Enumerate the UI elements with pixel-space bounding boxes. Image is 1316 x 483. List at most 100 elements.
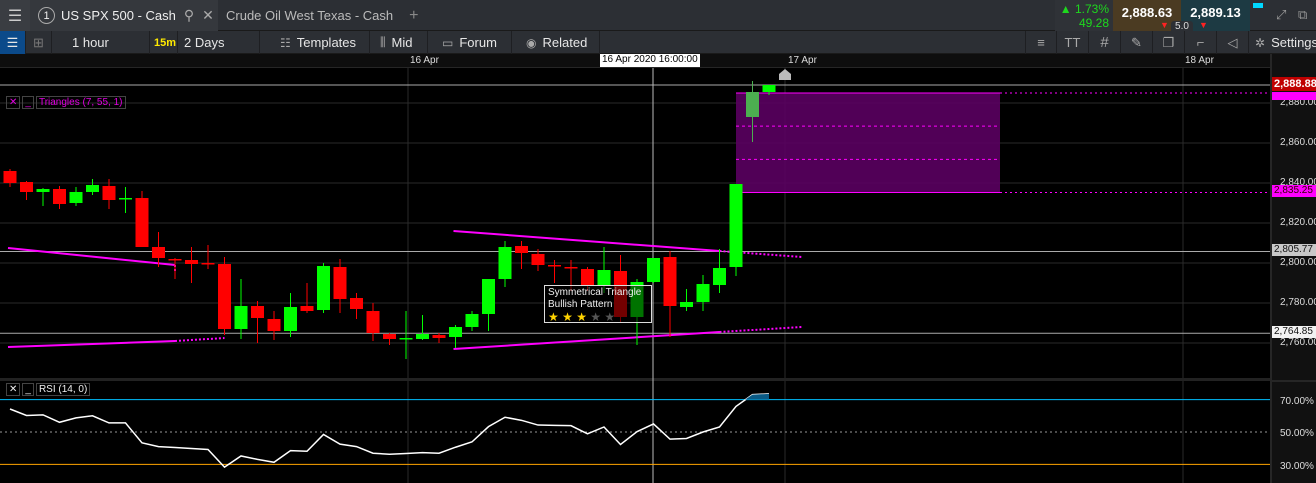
candle-down — [152, 247, 165, 258]
triangle-lower-projection — [174, 337, 225, 342]
candle-down — [168, 259, 182, 261]
hamburger-icon[interactable]: ☰ — [0, 0, 30, 31]
pattern-rating: ★ ★ ★ ★ ★ — [548, 311, 648, 323]
templates-label: Templates — [296, 35, 357, 50]
pane-divider — [1272, 380, 1316, 382]
candle-up — [449, 327, 462, 337]
triangle-lower-projection — [719, 326, 803, 333]
candle-up — [86, 185, 99, 192]
candle-down — [548, 265, 561, 267]
crosshair-time-label: 16 Apr 2020 16:00:00 — [600, 54, 700, 67]
time-label: 18 Apr — [1185, 55, 1214, 66]
star-icon: ★ — [604, 310, 616, 324]
candle-up — [680, 302, 693, 307]
layout-icon[interactable]: ⊞ — [26, 31, 52, 54]
search-icon[interactable]: ⚲ — [184, 7, 194, 24]
candle-down — [20, 182, 33, 192]
candle-down — [366, 311, 380, 333]
rsi-label: 70.00% — [1280, 396, 1314, 407]
label-tag-icon[interactable]: ◁ — [1217, 31, 1249, 54]
now-marker-icon — [779, 69, 791, 80]
sliders-icon: ☷ — [280, 35, 291, 50]
tab-us-spx-500[interactable]: 1 US SPX 500 - Cash ⚲ ✕ — [30, 0, 218, 31]
grid-icon[interactable]: # — [1089, 31, 1121, 54]
tab-label: US SPX 500 - Cash — [61, 8, 176, 23]
star-icon: ★ — [576, 310, 591, 324]
candle-down — [201, 263, 215, 265]
candle-up — [762, 85, 776, 92]
star-icon: ★ — [548, 310, 563, 324]
indicator-name: RSI (14, 0) — [35, 383, 91, 396]
crosshair-tool-icon[interactable]: ⌐ — [1185, 31, 1217, 54]
templates-button[interactable]: ☷ Templates — [260, 31, 370, 54]
candle-up — [498, 247, 512, 279]
add-tab-button[interactable]: + — [409, 7, 418, 25]
time-label: 17 Apr — [788, 55, 817, 66]
price-type-button[interactable]: ⫼ Mid — [370, 31, 428, 54]
price-change: ▲ 1.73% 49.28 — [1055, 0, 1113, 31]
price-label: 2,760.00 — [1280, 337, 1316, 348]
pane-divider — [0, 378, 1270, 381]
candles-icon: ⫼ — [380, 35, 386, 49]
forum-button[interactable]: ▭ Forum — [428, 31, 512, 54]
candle-down — [135, 198, 149, 247]
indent-icon[interactable]: ≡ — [1025, 31, 1057, 54]
up-arrow-icon: ▲ — [1059, 2, 1072, 16]
tab-number: 1 — [38, 7, 55, 24]
minimize-icon[interactable]: _ — [22, 383, 34, 396]
candle-up — [119, 198, 132, 200]
candle-up — [729, 184, 743, 267]
tab-crude-oil[interactable]: Crude Oil West Texas - Cash + — [218, 0, 423, 31]
triangle-upper-projection — [719, 250, 803, 258]
lower-line-tag: 2,764.85 — [1272, 326, 1316, 338]
rsi-label: 30.00% — [1280, 461, 1314, 472]
popout-icon[interactable]: ⧉ — [1298, 7, 1307, 23]
depth-indicator — [1253, 3, 1263, 8]
interval-select[interactable]: 1 hour — [52, 31, 150, 54]
draw-grid-icon[interactable]: ✎ — [1121, 31, 1153, 54]
price-label: 2,820.00 — [1280, 217, 1316, 228]
candle-up — [465, 314, 479, 327]
candle-down — [531, 254, 545, 265]
price-chart[interactable] — [0, 0, 1316, 483]
rsi-label: 50.00% — [1280, 428, 1314, 439]
rsi-overbought-fill — [745, 393, 769, 400]
range-select[interactable]: 2 Days — [178, 31, 260, 54]
close-icon[interactable]: ✕ — [6, 383, 21, 396]
layers-icon[interactable]: ❐ — [1153, 31, 1185, 54]
candle-down — [515, 246, 528, 253]
candle-down — [581, 269, 594, 286]
candle-up — [482, 279, 495, 314]
forum-label: Forum — [459, 35, 497, 50]
candle-up — [284, 307, 297, 331]
candle-down — [53, 189, 66, 204]
star-icon: ★ — [590, 310, 605, 324]
expand-icon[interactable]: ⤢ — [1276, 7, 1286, 23]
triangles-indicator-label: ✕ _ Triangles (7, 55, 1) — [6, 96, 126, 109]
rsi-indicator-label: ✕ _ RSI (14, 0) — [6, 383, 91, 396]
price-label: 2,800.00 — [1280, 257, 1316, 268]
triangle-upper-line — [453, 230, 720, 252]
target-zone — [736, 93, 1000, 193]
candle-up — [713, 268, 726, 285]
rsi-line — [9, 393, 770, 469]
minimize-icon[interactable]: _ — [22, 96, 34, 109]
close-icon[interactable]: ✕ — [6, 96, 21, 109]
close-icon[interactable]: ✕ — [202, 7, 214, 24]
down-arrow-icon: ▼ — [1160, 20, 1169, 30]
triangle-lower-line — [7, 340, 176, 348]
price-label: 2,780.00 — [1280, 297, 1316, 308]
list-icon[interactable]: ☰ — [0, 31, 26, 54]
time-label: 16 Apr — [410, 55, 439, 66]
candle-down — [218, 264, 231, 329]
price-type-label: Mid — [391, 35, 413, 50]
candle-down — [564, 267, 578, 269]
candle-down — [3, 171, 17, 183]
candle-down — [350, 298, 363, 309]
settings-button[interactable]: ✲ Settings — [1249, 31, 1316, 54]
related-button[interactable]: ◉ Related — [512, 31, 600, 54]
sell-price: 2,888.63 — [1121, 5, 1173, 20]
candle-up — [69, 192, 83, 203]
text-size-icon[interactable]: TT — [1057, 31, 1089, 54]
price-axis[interactable]: 2,880.00 2,860.00 2,840.00 2,820.00 2,80… — [1270, 54, 1316, 483]
